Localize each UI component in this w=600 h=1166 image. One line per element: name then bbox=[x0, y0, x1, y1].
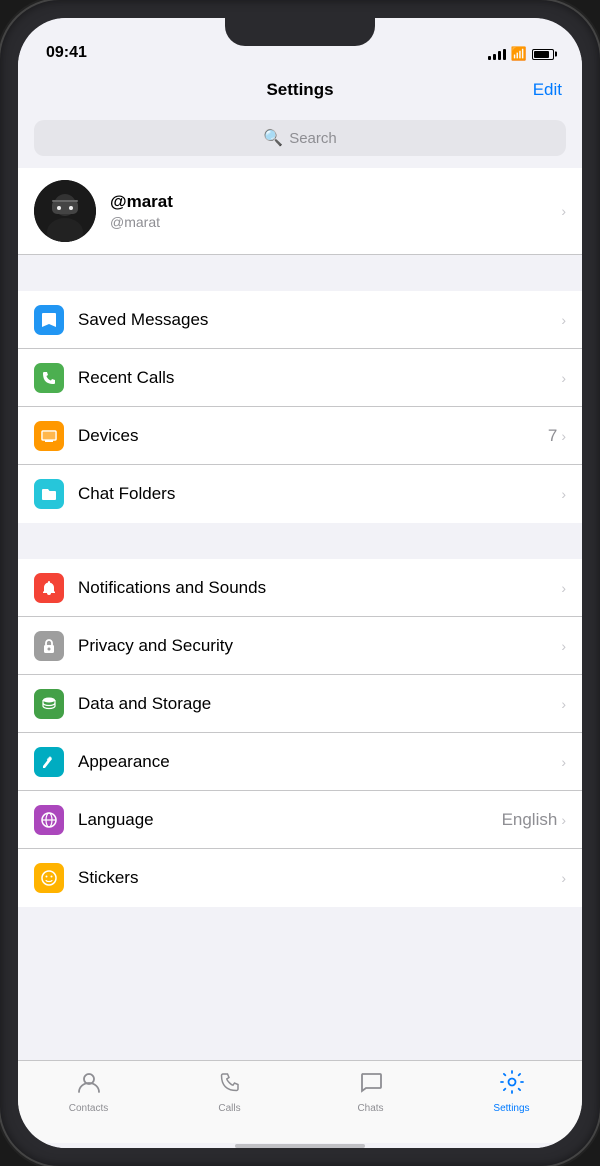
recent-calls-label: Recent Calls bbox=[78, 368, 561, 388]
notifications-icon bbox=[34, 573, 64, 603]
saved-messages-label: Saved Messages bbox=[78, 310, 561, 330]
privacy-label: Privacy and Security bbox=[78, 636, 561, 656]
battery-icon bbox=[532, 49, 554, 60]
data-storage-chevron: › bbox=[561, 696, 566, 712]
phone-frame: 09:41 📶 Settings Edit 🔍 bbox=[0, 0, 600, 1166]
stickers-chevron: › bbox=[561, 870, 566, 886]
bar2 bbox=[493, 54, 496, 60]
settings-icon bbox=[499, 1069, 525, 1100]
edit-button[interactable]: Edit bbox=[533, 80, 562, 100]
list-item[interactable]: Language English › bbox=[18, 791, 582, 849]
battery-fill bbox=[534, 51, 549, 58]
devices-icon bbox=[34, 421, 64, 451]
chat-folders-icon bbox=[34, 479, 64, 509]
home-indicator bbox=[18, 1143, 582, 1148]
settings-group-shortcuts: Saved Messages › Recent Calls › bbox=[18, 291, 582, 523]
profile-info: @marat @marat bbox=[110, 192, 561, 230]
language-icon bbox=[34, 805, 64, 835]
list-item[interactable]: Notifications and Sounds › bbox=[18, 559, 582, 617]
recent-calls-icon bbox=[34, 363, 64, 393]
tab-chats[interactable]: Chats bbox=[300, 1069, 441, 1114]
signal-bars bbox=[488, 49, 506, 60]
phone-screen: 09:41 📶 Settings Edit 🔍 bbox=[18, 18, 582, 1148]
profile-handle: @marat bbox=[110, 214, 561, 230]
contacts-icon bbox=[76, 1069, 102, 1100]
tab-settings[interactable]: Settings bbox=[441, 1069, 582, 1114]
search-bar-container: 🔍 Search bbox=[18, 112, 582, 168]
notch bbox=[225, 18, 375, 46]
avatar bbox=[34, 180, 96, 242]
settings-group-main: Notifications and Sounds › Privacy and S… bbox=[18, 559, 582, 907]
page-title: Settings bbox=[266, 80, 333, 100]
privacy-icon bbox=[34, 631, 64, 661]
tab-bar: Contacts Calls Chats bbox=[18, 1060, 582, 1143]
profile-chevron: › bbox=[561, 203, 566, 219]
appearance-icon bbox=[34, 747, 64, 777]
avatar-face bbox=[34, 180, 96, 242]
language-label: Language bbox=[78, 810, 502, 830]
list-item[interactable]: Data and Storage › bbox=[18, 675, 582, 733]
section-separator-2 bbox=[18, 523, 582, 559]
stickers-icon bbox=[34, 863, 64, 893]
content-area: @marat @marat › Saved Messages › bbox=[18, 168, 582, 1060]
search-placeholder: Search bbox=[289, 130, 337, 147]
section-separator-1 bbox=[18, 255, 582, 291]
chat-folders-chevron: › bbox=[561, 486, 566, 502]
home-bar bbox=[235, 1144, 365, 1148]
search-input[interactable]: 🔍 Search bbox=[34, 120, 566, 156]
bar4 bbox=[503, 49, 506, 60]
notifications-label: Notifications and Sounds bbox=[78, 578, 561, 598]
bar3 bbox=[498, 51, 501, 60]
language-chevron: › bbox=[561, 812, 566, 828]
appearance-chevron: › bbox=[561, 754, 566, 770]
tab-calls[interactable]: Calls bbox=[159, 1069, 300, 1114]
profile-name: @marat bbox=[110, 192, 561, 212]
search-icon: 🔍 bbox=[263, 128, 283, 148]
devices-chevron: › bbox=[561, 428, 566, 444]
privacy-chevron: › bbox=[561, 638, 566, 654]
stickers-label: Stickers bbox=[78, 868, 561, 888]
chats-icon bbox=[358, 1069, 384, 1100]
list-item[interactable]: Recent Calls › bbox=[18, 349, 582, 407]
tab-contacts[interactable]: Contacts bbox=[18, 1069, 159, 1114]
profile-row[interactable]: @marat @marat › bbox=[18, 168, 582, 255]
list-item[interactable]: Appearance › bbox=[18, 733, 582, 791]
status-time: 09:41 bbox=[46, 44, 87, 62]
bar1 bbox=[488, 56, 491, 60]
chat-folders-label: Chat Folders bbox=[78, 484, 561, 504]
calls-label: Calls bbox=[218, 1103, 240, 1114]
nav-header: Settings Edit bbox=[18, 68, 582, 112]
list-item[interactable]: Chat Folders › bbox=[18, 465, 582, 523]
settings-tab-label: Settings bbox=[493, 1103, 529, 1114]
language-value: English bbox=[502, 810, 558, 830]
data-storage-label: Data and Storage bbox=[78, 694, 561, 714]
devices-label: Devices bbox=[78, 426, 548, 446]
list-item[interactable]: Devices 7 › bbox=[18, 407, 582, 465]
data-storage-icon bbox=[34, 689, 64, 719]
recent-calls-chevron: › bbox=[561, 370, 566, 386]
saved-messages-icon bbox=[34, 305, 64, 335]
wifi-icon: 📶 bbox=[511, 46, 527, 62]
list-item[interactable]: Stickers › bbox=[18, 849, 582, 907]
appearance-label: Appearance bbox=[78, 752, 561, 772]
list-item[interactable]: Privacy and Security › bbox=[18, 617, 582, 675]
list-item[interactable]: Saved Messages › bbox=[18, 291, 582, 349]
chats-label: Chats bbox=[357, 1103, 383, 1114]
saved-messages-chevron: › bbox=[561, 312, 566, 328]
devices-value: 7 bbox=[548, 426, 557, 446]
bottom-spacer bbox=[18, 907, 582, 927]
calls-icon bbox=[217, 1069, 243, 1100]
status-icons: 📶 bbox=[488, 46, 554, 62]
contacts-label: Contacts bbox=[69, 1103, 108, 1114]
notifications-chevron: › bbox=[561, 580, 566, 596]
